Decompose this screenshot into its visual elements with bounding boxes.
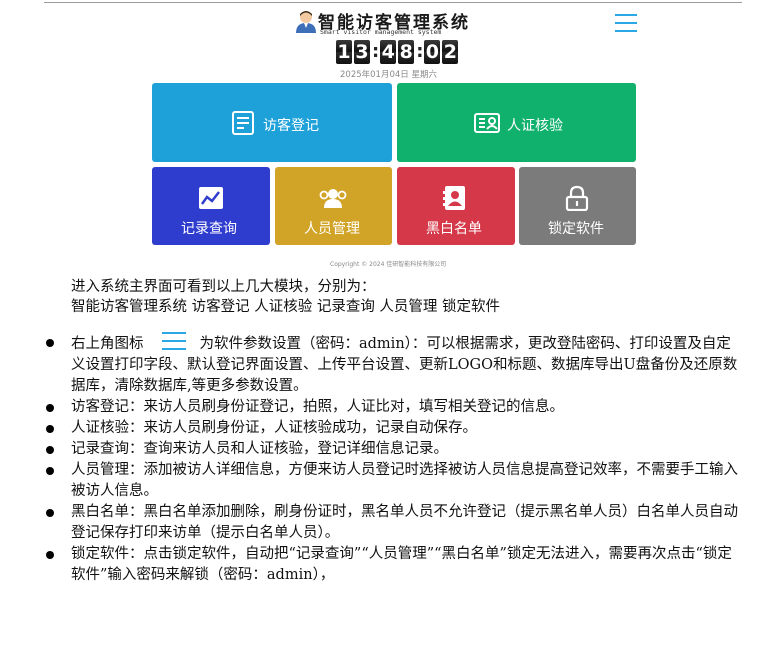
id-verify-tile[interactable]: 人证核验 — [397, 83, 636, 162]
user-avatar-icon — [296, 11, 316, 33]
form-icon — [232, 111, 254, 135]
clock-digit: 0 — [424, 40, 441, 64]
menu-icon — [144, 332, 200, 354]
clock-colon: : — [372, 41, 380, 62]
chart-icon — [199, 187, 223, 209]
list-item: 记录查询：查询来访人员和人证核验，登记详细信息记录。 — [44, 439, 744, 460]
list-item: 人员管理：添加被访人详细信息，方便来访人员登记时选择被访人员信息提高登记效率，不… — [44, 460, 744, 502]
contact-card-icon — [443, 186, 465, 210]
copyright: Copyright © 2024 佳研智能科技有限公司 — [330, 261, 447, 268]
clock-digit: 2 — [442, 40, 459, 64]
clock-digit: 3 — [354, 40, 370, 64]
lock-software-tile[interactable]: 锁定软件 — [519, 167, 636, 245]
intro-line: 进入系统主界面可看到以上几大模块，分别为： — [71, 279, 376, 295]
list-item: 锁定软件：点击锁定软件，自动把“记录查询”“人员管理”“黑白名单”锁定无法进入，… — [44, 544, 744, 586]
list-item: 访客登记：来访人员刷身份证登记，拍照，人证比对，填写相关登记的信息。 — [44, 397, 744, 418]
list-item: 黑白名单：黑白名单添加删除，刷身份证时，黑名单人员不允许登记（提示黑名单人员）白… — [44, 502, 744, 544]
clock: 1 3 : 4 8 : 0 2 — [336, 40, 460, 64]
tile-label: 锁定软件 — [548, 221, 604, 237]
tile-label: 访客登记 — [263, 118, 319, 134]
personnel-tile[interactable]: 人员管理 — [275, 167, 392, 245]
clock-digit: 8 — [398, 40, 415, 64]
tile-label: 黑白名单 — [426, 221, 482, 237]
settings-prefix: 右上角图标 — [71, 336, 144, 352]
date-label: 2025年01月04日 星期六 — [340, 70, 437, 80]
clock-colon: : — [416, 41, 424, 62]
list-item: 右上角图标 为软件参数设置（密码：admin）：可以根据需求，更改登陆密码、打印设… — [44, 332, 744, 397]
id-card-icon — [474, 113, 500, 133]
group-icon — [319, 189, 347, 208]
lock-icon — [565, 185, 589, 211]
blackwhite-list-tile[interactable]: 黑白名单 — [397, 167, 515, 245]
clock-digit: 1 — [336, 40, 352, 64]
visitor-register-tile[interactable]: 访客登记 — [152, 83, 392, 162]
list-item: 人证核验：来访人员刷身份证，人证核验成功，记录自动保存。 — [44, 418, 744, 439]
record-query-tile[interactable]: 记录查询 — [152, 167, 270, 245]
module-list-line: 智能访客管理系统 访客登记 人证核验 记录查询 人员管理 锁定软件 — [71, 299, 501, 315]
clock-digit: 4 — [380, 40, 397, 64]
app-subtitle: Smart visitor management system — [320, 28, 442, 36]
top-rule — [44, 2, 742, 3]
menu-icon[interactable] — [615, 14, 637, 34]
tile-label: 人员管理 — [304, 221, 360, 237]
tile-label: 人证核验 — [507, 118, 563, 134]
feature-list: 右上角图标 为软件参数设置（密码：admin）：可以根据需求，更改登陆密码、打印设… — [44, 332, 744, 586]
tile-label: 记录查询 — [181, 221, 237, 237]
